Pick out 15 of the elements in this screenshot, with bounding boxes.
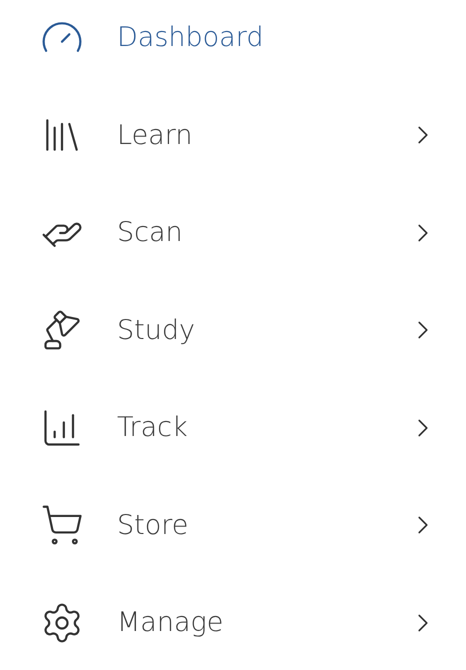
menu-label: Learn — [117, 120, 194, 151]
menu-item[interactable]: Study — [0, 282, 466, 379]
menu-item[interactable]: Track — [0, 379, 466, 476]
menu-label: Manage — [117, 607, 224, 638]
menu-item[interactable]: Learn — [0, 86, 466, 184]
menu-item[interactable]: Scan — [0, 184, 466, 282]
cart-icon — [40, 503, 84, 548]
menu-item[interactable]: Dashboard — [0, 0, 466, 86]
menu-item[interactable]: Manage — [0, 574, 466, 670]
menu-item[interactable]: Store — [0, 476, 466, 574]
menu-label: Study — [117, 314, 196, 346]
menu-label: Scan — [117, 217, 184, 248]
menu-label: Store — [117, 510, 190, 541]
menu-label: Dashboard — [117, 22, 264, 54]
menu-label: Track — [117, 412, 189, 444]
